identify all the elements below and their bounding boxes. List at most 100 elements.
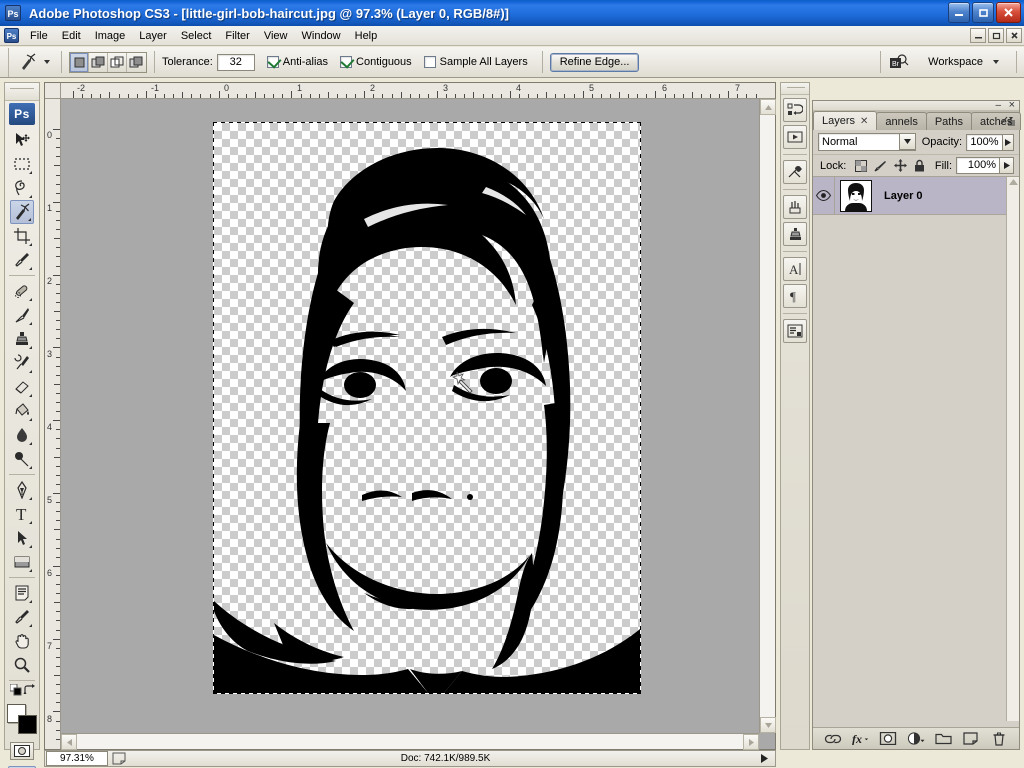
tab-layers[interactable]: Layers ✕: [813, 111, 878, 130]
panel-title-bar[interactable]: – ×: [813, 100, 1019, 111]
link-layers-button[interactable]: [823, 730, 843, 748]
lock-position-icon[interactable]: [894, 159, 908, 172]
menu-view[interactable]: View: [257, 28, 295, 44]
scroll-down-button[interactable]: [760, 717, 776, 733]
menu-window[interactable]: Window: [295, 28, 348, 44]
zoom-tool[interactable]: [10, 653, 34, 677]
brushes-panel-icon[interactable]: [783, 195, 807, 219]
scroll-left-button[interactable]: [61, 734, 77, 750]
document-restore-button[interactable]: [988, 28, 1004, 43]
ruler-corner[interactable]: [45, 83, 61, 99]
opacity-slider-button[interactable]: [1002, 133, 1014, 151]
color-swatches[interactable]: [7, 704, 37, 734]
contiguous-checkbox[interactable]: [340, 56, 353, 68]
anti-alias-option[interactable]: Anti-alias: [266, 56, 328, 68]
refine-edge-button[interactable]: Refine Edge...: [549, 52, 640, 72]
restore-button[interactable]: [972, 2, 994, 23]
tab-paths[interactable]: Paths: [925, 112, 972, 130]
minimize-button[interactable]: [948, 2, 970, 23]
delete-layer-button[interactable]: [989, 730, 1009, 748]
menu-select[interactable]: Select: [174, 28, 219, 44]
close-button[interactable]: [996, 2, 1021, 23]
eyedropper-secondary-tool[interactable]: [10, 605, 34, 629]
contiguous-option[interactable]: Contiguous: [340, 56, 412, 68]
clone-source-panel-icon[interactable]: [783, 222, 807, 246]
workspace-chevron-icon[interactable]: [993, 59, 999, 64]
paragraph-panel-icon[interactable]: ¶: [783, 284, 807, 308]
chevron-down-icon[interactable]: [898, 134, 915, 150]
fill-input[interactable]: 100%: [956, 157, 1000, 174]
menu-image[interactable]: Image: [88, 28, 133, 44]
sample-all-layers-option[interactable]: Sample All Layers: [423, 56, 528, 68]
menu-help[interactable]: Help: [348, 28, 385, 44]
panel-close-button[interactable]: ×: [1009, 100, 1015, 111]
workspace-label[interactable]: Workspace: [928, 56, 983, 68]
menu-file[interactable]: File: [23, 28, 55, 44]
panel-menu-button[interactable]: [1000, 113, 1016, 128]
sample-all-layers-checkbox[interactable]: [423, 56, 436, 68]
toolbox-grip[interactable]: [5, 83, 39, 101]
menu-layer[interactable]: Layer: [132, 28, 174, 44]
go-to-bridge-icon[interactable]: Br: [888, 51, 910, 73]
layers-list[interactable]: Layer 0: [813, 176, 1019, 721]
document-thumbnail-icon[interactable]: [108, 752, 130, 765]
move-tool[interactable]: [10, 128, 34, 152]
magic-wand-tool[interactable]: [10, 200, 34, 224]
history-brush-tool[interactable]: [10, 351, 34, 375]
scroll-up-button[interactable]: [760, 99, 776, 115]
tolerance-input[interactable]: 32: [216, 53, 255, 71]
hand-tool[interactable]: [10, 629, 34, 653]
rectangular-marquee-tool[interactable]: [10, 152, 34, 176]
history-panel-icon[interactable]: [783, 98, 807, 122]
table-row[interactable]: Layer 0: [813, 177, 1019, 215]
rectangle-shape-tool[interactable]: [10, 550, 34, 574]
fill-slider-button[interactable]: [1000, 157, 1014, 174]
intersect-with-selection-button[interactable]: [127, 52, 146, 72]
document-close-button[interactable]: [1006, 28, 1022, 43]
active-tool-preset-picker[interactable]: [9, 51, 54, 73]
document-minimize-button[interactable]: [970, 28, 986, 43]
eyedropper-tool[interactable]: [10, 248, 34, 272]
panel-minimize-button[interactable]: –: [995, 101, 1001, 111]
dock-grip[interactable]: [781, 83, 809, 95]
layer-comps-panel-icon[interactable]: [783, 319, 807, 343]
add-to-selection-button[interactable]: [89, 52, 108, 72]
new-adjustment-layer-button[interactable]: [906, 730, 926, 748]
crop-tool[interactable]: [10, 224, 34, 248]
new-layer-button[interactable]: [961, 730, 981, 748]
layer-thumbnail[interactable]: [840, 179, 872, 212]
clone-stamp-tool[interactable]: [10, 327, 34, 351]
layer-style-button[interactable]: fx: [851, 730, 871, 748]
healing-brush-tool[interactable]: [10, 279, 34, 303]
character-panel-icon[interactable]: A: [783, 257, 807, 281]
scroll-right-button[interactable]: [743, 734, 759, 750]
status-menu-button[interactable]: [761, 754, 775, 763]
layer-visibility-toggle[interactable]: [813, 177, 835, 214]
horizontal-scrollbar[interactable]: [61, 733, 759, 750]
tab-channels[interactable]: annels: [876, 112, 927, 130]
subtract-from-selection-button[interactable]: [108, 52, 127, 72]
anti-alias-checkbox[interactable]: [266, 56, 279, 68]
lock-all-icon[interactable]: [914, 159, 925, 172]
layers-list-scrollbar[interactable]: [1006, 177, 1019, 721]
lock-image-pixels-icon[interactable]: [874, 160, 887, 172]
tab-close-icon[interactable]: ✕: [860, 116, 868, 127]
eraser-tool[interactable]: [10, 375, 34, 399]
blur-tool[interactable]: [10, 423, 34, 447]
new-group-button[interactable]: [934, 730, 954, 748]
add-layer-mask-button[interactable]: [878, 730, 898, 748]
type-tool[interactable]: T: [10, 502, 34, 526]
new-selection-button[interactable]: [70, 52, 89, 72]
vertical-ruler[interactable]: 0 1 2 3 4 5 6 7 8: [45, 99, 61, 749]
blend-mode-select[interactable]: Normal: [818, 133, 916, 151]
image-canvas[interactable]: [213, 122, 641, 694]
quick-mask-button[interactable]: [10, 742, 34, 760]
path-selection-tool[interactable]: [10, 526, 34, 550]
dodge-tool[interactable]: [10, 447, 34, 471]
horizontal-ruler[interactable]: -2 -1 0 1 2 3 4 5 6 7: [61, 83, 775, 99]
paint-bucket-tool[interactable]: [10, 399, 34, 423]
canvas-area[interactable]: [61, 99, 759, 733]
menu-filter[interactable]: Filter: [218, 28, 256, 44]
options-bar-grip[interactable]: [0, 47, 9, 77]
tool-presets-panel-icon[interactable]: [783, 160, 807, 184]
